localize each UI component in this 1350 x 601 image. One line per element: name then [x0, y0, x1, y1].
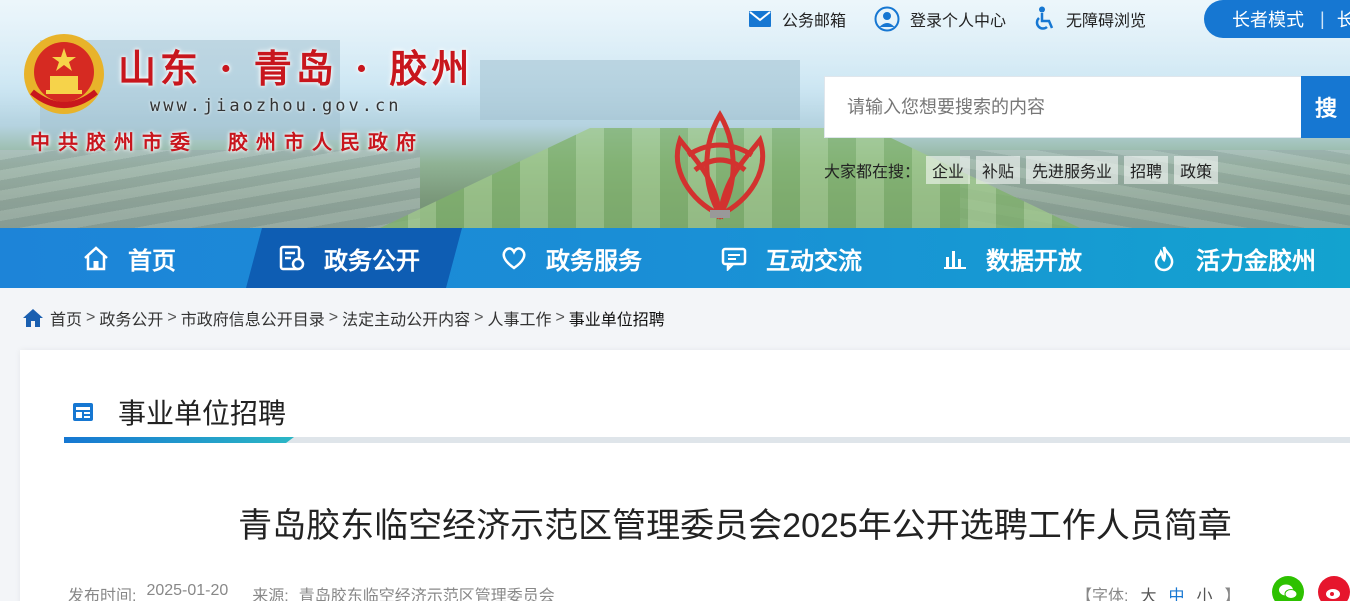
font-size-controls: 【字体: 大 中 小 】 [1076, 582, 1241, 601]
breadcrumb-item[interactable]: 市政府信息公开目录 [181, 306, 325, 330]
breadcrumb-item[interactable]: 政务公开 [99, 306, 163, 330]
top-links: 公务邮箱 登录个人中心 无障碍浏览 [748, 6, 1174, 32]
section-title: 事业单位招聘 [118, 398, 287, 429]
hot-search-label: 大家都在搜： [824, 164, 921, 181]
login-link-label: 登录个人中心 [910, 13, 1007, 30]
header-banner: 山东 · 青岛 · 胶州 www.jiaozhou.gov.cn 中共胶州市委 胶… [0, 0, 1350, 228]
nav-item-home-label: 首页 [128, 247, 176, 275]
font-size-label: 【字体: [1076, 588, 1129, 601]
main-nav-items: 首页 政务公开 政务服务 互动交流 数据开放 活力金胶州 [0, 228, 1350, 288]
nav-item-home[interactable]: 首页 [82, 228, 176, 288]
elder-mode-next: 长 [1336, 10, 1350, 30]
search-box [824, 76, 1302, 138]
national-emblem-icon [24, 34, 104, 114]
article-title: 青岛胶东临空经济示范区管理委员会2025年公开选聘工作人员简章 [238, 507, 1232, 545]
breadcrumb-separator: > [474, 309, 484, 326]
wechat-icon [1279, 584, 1298, 599]
search-input[interactable] [825, 77, 1301, 137]
wechat-share-button[interactable] [1272, 576, 1304, 601]
breadcrumb-item[interactable]: 法定主动公开内容 [342, 306, 470, 330]
mail-icon [749, 11, 771, 27]
mail-link[interactable]: 公务邮箱 [748, 7, 846, 31]
nav-item-vitality-label: 活力金胶州 [1196, 247, 1316, 275]
source-value: 青岛胶东临空经济示范区管理委员会 [298, 588, 555, 601]
font-size-small[interactable]: 小 [1196, 582, 1212, 601]
weibo-icon [1326, 589, 1340, 599]
hot-search-item[interactable]: 企业 [926, 156, 971, 184]
login-link[interactable]: 登录个人中心 [874, 6, 1006, 32]
mail-link-label: 公务邮箱 [782, 13, 847, 30]
party-committee-label: 中共胶州市委 [30, 132, 198, 154]
nav-item-interaction[interactable]: 互动交流 [720, 228, 862, 288]
hot-search-item[interactable]: 政策 [1174, 156, 1219, 184]
hot-search-item[interactable]: 补贴 [976, 156, 1021, 184]
flame-icon [1154, 246, 1174, 272]
content-card [20, 350, 1350, 601]
accessibility-link[interactable]: 无障碍浏览 [1034, 6, 1146, 32]
nav-item-gov-services-label: 政务服务 [546, 247, 642, 275]
breadcrumb-separator: > [167, 309, 177, 326]
elder-mode-button[interactable]: 长者模式 | 长 [1204, 0, 1350, 38]
site-title: 山东 · 青岛 · 胶州 [118, 46, 474, 91]
breadcrumb-item[interactable]: 人事工作 [487, 306, 551, 330]
site-subtitle: 中共胶州市委 胶州市人民政府 [30, 126, 424, 155]
source-label: 来源: [252, 588, 289, 601]
breadcrumb-item[interactable]: 首页 [50, 306, 82, 330]
chat-icon [721, 247, 747, 271]
breadcrumb: 首页 > 政务公开 > 市政府信息公开目录 > 法定主动公开内容 > 人事工作 … [22, 306, 665, 330]
sculpture-icon [674, 110, 766, 220]
document-icon [279, 245, 305, 271]
font-size-large[interactable]: 大 [1140, 582, 1156, 601]
publish-date: 2025-01-20 [146, 582, 229, 599]
breadcrumb-separator: > [555, 309, 565, 326]
breadcrumb-current[interactable]: 事业单位招聘 [569, 306, 665, 330]
section-header: 事业单位招聘 [72, 392, 286, 432]
home-icon [84, 246, 108, 271]
nav-item-gov-services[interactable]: 政务服务 [500, 228, 642, 288]
section-divider-accent [64, 437, 294, 443]
nav-item-gov-affairs[interactable]: 政务公开 [278, 228, 420, 288]
site-url: www.jiaozhou.gov.cn [150, 96, 402, 116]
hot-search-item[interactable]: 招聘 [1124, 156, 1169, 184]
nav-item-open-data[interactable]: 数据开放 [942, 228, 1082, 288]
font-size-close-bracket: 】 [1224, 588, 1241, 601]
nav-item-gov-affairs-label: 政务公开 [324, 247, 420, 275]
nav-item-interaction-label: 互动交流 [766, 247, 862, 275]
heart-icon [502, 247, 526, 270]
article-meta: 发布时间: 2025-01-20 来源: 青岛胶东临空经济示范区管理委员会 [68, 582, 579, 601]
accessibility-link-label: 无障碍浏览 [1066, 13, 1147, 30]
weibo-share-button[interactable] [1318, 576, 1350, 601]
user-icon [874, 6, 900, 32]
hot-searches: 大家都在搜： 企业 补贴 先进服务业 招聘 政策 [824, 156, 1219, 184]
nav-item-open-data-label: 数据开放 [986, 247, 1082, 275]
elder-mode-separator: | [1320, 8, 1325, 29]
font-size-medium[interactable]: 中 [1168, 582, 1184, 601]
nav-item-vitality[interactable]: 活力金胶州 [1150, 228, 1316, 288]
publish-date-label: 发布时间: [68, 588, 137, 601]
banner-plaza [0, 150, 420, 228]
hot-search-item[interactable]: 先进服务业 [1026, 156, 1119, 184]
breadcrumb-separator: > [86, 309, 96, 326]
home-icon [23, 309, 43, 327]
search-button[interactable]: 搜 [1301, 76, 1350, 138]
breadcrumb-separator: > [328, 309, 339, 326]
government-label: 胶州市人民政府 [228, 132, 424, 154]
newspaper-icon [73, 403, 93, 421]
accessibility-icon [1035, 6, 1054, 30]
bar-chart-icon [944, 251, 966, 269]
elder-mode-label: 长者模式 [1232, 10, 1304, 30]
